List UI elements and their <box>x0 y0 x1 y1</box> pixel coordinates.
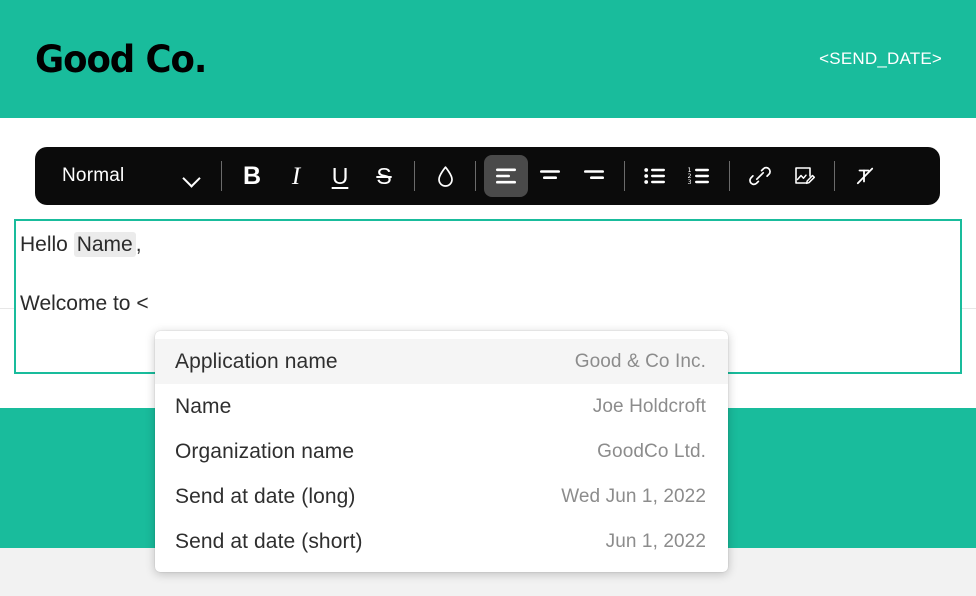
merge-tag-value: GoodCo Ltd. <box>597 440 706 462</box>
bold-button[interactable]: B <box>230 155 274 197</box>
svg-text:3: 3 <box>688 178 692 186</box>
paragraph-style-value: Normal <box>62 165 125 186</box>
clear-formatting-icon <box>854 165 876 187</box>
align-left-button[interactable] <box>484 155 528 197</box>
numbered-list-icon: 1 2 3 <box>687 166 711 186</box>
toolbar-separator <box>414 161 415 191</box>
toolbar-separator <box>475 161 476 191</box>
email-preview-page: Good Co. <SEND_DATE> Normal B I U S 1 2 … <box>0 0 976 596</box>
merge-tag-label: Application name <box>175 349 338 373</box>
link-button[interactable] <box>738 155 782 197</box>
merge-tag-value: Wed Jun 1, 2022 <box>561 485 706 507</box>
insert-image-button[interactable] <box>782 155 826 197</box>
align-center-icon <box>538 166 562 186</box>
merge-tag-option-name[interactable]: Name Joe Holdcroft <box>155 384 728 429</box>
italic-button[interactable]: I <box>274 155 318 197</box>
send-date-token: <SEND_DATE> <box>819 49 942 68</box>
clear-formatting-button[interactable] <box>843 155 887 197</box>
merge-tag-value: Good & Co Inc. <box>574 350 706 372</box>
strikethrough-button[interactable]: S <box>362 155 406 197</box>
merge-tag-label: Organization name <box>175 439 355 463</box>
italic-icon: I <box>291 162 301 190</box>
rich-text-toolbar: Normal B I U S 1 2 3 <box>35 147 940 205</box>
bullet-list-button[interactable] <box>633 155 677 197</box>
merge-tag-value: Jun 1, 2022 <box>605 530 706 552</box>
editor-text-prefix: Hello <box>20 233 74 256</box>
merge-tag-option-organization-name[interactable]: Organization name GoodCo Ltd. <box>155 429 728 474</box>
droplet-color-icon <box>436 165 455 188</box>
image-edit-icon <box>793 165 816 187</box>
merge-tag-chip-name[interactable]: Name <box>73 232 136 257</box>
merge-tag-option-application-name[interactable]: Application name Good & Co Inc. <box>155 339 728 384</box>
company-logo: Good Co. <box>35 37 207 81</box>
align-right-icon <box>582 166 606 186</box>
editor-line-welcome: Welcome to < <box>20 292 149 315</box>
link-icon <box>749 165 771 187</box>
underline-button[interactable]: U <box>318 155 362 197</box>
toolbar-separator <box>624 161 625 191</box>
merge-tag-label: Send at date (long) <box>175 484 356 508</box>
strikethrough-icon: S <box>376 162 392 189</box>
bullet-list-icon <box>643 166 667 186</box>
numbered-list-button[interactable]: 1 2 3 <box>677 155 721 197</box>
merge-tag-option-send-at-date-long[interactable]: Send at date (long) Wed Jun 1, 2022 <box>155 474 728 519</box>
editor-line-greeting: Hello Name, <box>20 232 948 257</box>
merge-tag-label: Name <box>175 394 232 418</box>
merge-tag-label: Send at date (short) <box>175 529 363 553</box>
merge-tag-dropdown[interactable]: Application name Good & Co Inc. Name Joe… <box>155 331 728 572</box>
email-header: Good Co. <SEND_DATE> <box>0 0 976 118</box>
align-center-button[interactable] <box>528 155 572 197</box>
toolbar-separator <box>729 161 730 191</box>
text-color-button[interactable] <box>423 155 467 197</box>
toolbar-separator <box>221 161 222 191</box>
underline-icon: U <box>331 162 349 189</box>
bold-icon: B <box>242 161 262 190</box>
chevron-down-icon <box>184 172 199 181</box>
editor-text-suffix: , <box>135 233 142 256</box>
align-right-button[interactable] <box>572 155 616 197</box>
merge-tag-option-send-at-date-short[interactable]: Send at date (short) Jun 1, 2022 <box>155 519 728 564</box>
toolbar-separator <box>834 161 835 191</box>
align-left-icon <box>494 166 518 186</box>
paragraph-style-select[interactable]: Normal <box>53 156 213 196</box>
merge-tag-value: Joe Holdcroft <box>592 395 706 417</box>
